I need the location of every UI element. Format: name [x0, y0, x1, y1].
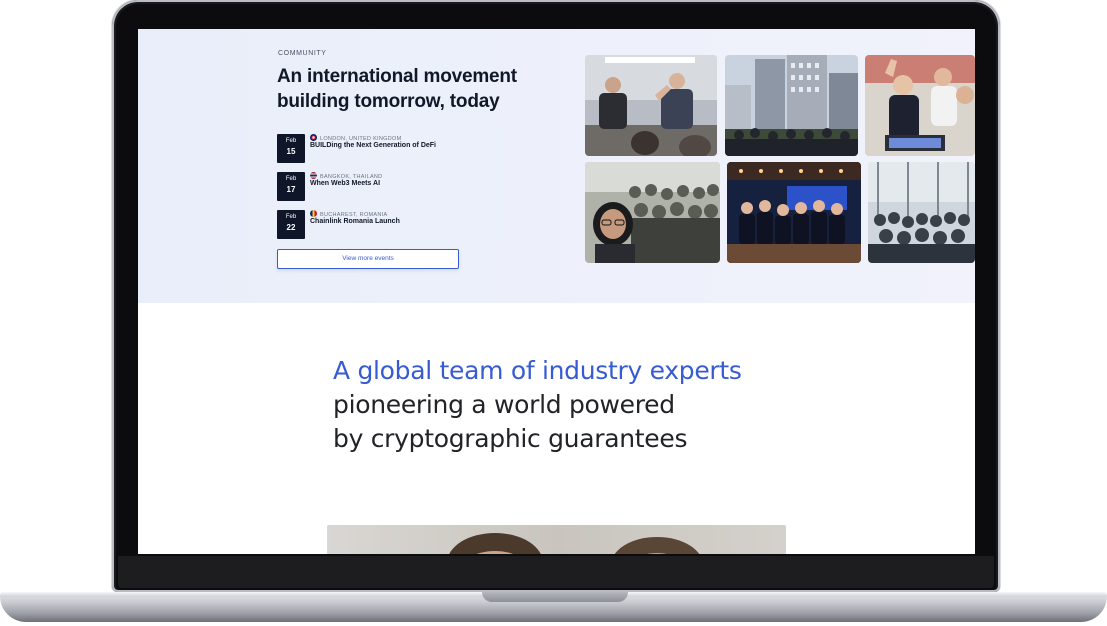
event-photo-cheering	[865, 55, 975, 156]
laptop-chin	[118, 556, 994, 588]
team-headline-line: pioneering a world powered	[333, 390, 675, 419]
laptop-opening-notch	[482, 592, 628, 602]
community-section: COMMUNITY An international movement buil…	[138, 29, 975, 303]
team-headline-accent: A global team of industry experts	[333, 356, 742, 385]
event-photo-panel-talk	[585, 55, 717, 156]
community-eyebrow: COMMUNITY	[278, 50, 327, 57]
event-title[interactable]: When Web3 Meets AI	[310, 180, 380, 187]
event-title[interactable]: BUILDing the Next Generation of DeFi	[310, 142, 436, 149]
community-headline: An international movement building tomor…	[277, 66, 517, 112]
event-day: 22	[286, 223, 296, 232]
event-photo-rooftop-crowd	[868, 162, 975, 263]
event-item[interactable]: Feb 17 BANGKOK, THAILAND When Web3 Meets…	[277, 172, 537, 201]
team-photo	[327, 525, 786, 554]
event-location: BANGKOK, THAILAND	[310, 172, 382, 180]
event-date: Feb 15	[277, 134, 305, 163]
event-month: Feb	[285, 176, 297, 182]
laptop-mockup: COMMUNITY An international movement buil…	[0, 0, 1107, 626]
team-headline-line: by cryptographic guarantees	[333, 424, 688, 453]
event-item[interactable]: Feb 15 LONDON, UNITED KINGDOM BUILDing t…	[277, 134, 537, 163]
event-day: 15	[286, 147, 296, 156]
event-day: 17	[286, 185, 296, 194]
thailand-flag-icon	[310, 172, 317, 179]
event-month: Feb	[285, 138, 297, 144]
event-title[interactable]: Chainlink Romania Launch	[310, 218, 400, 225]
event-item[interactable]: Feb 22 BUCHAREST, ROMANIA Chainlink Roma…	[277, 210, 537, 239]
event-photo-city-crowd	[725, 55, 858, 156]
event-location: BUCHAREST, ROMANIA	[310, 210, 387, 218]
event-location: LONDON, UNITED KINGDOM	[310, 134, 401, 142]
event-photo-selfie	[585, 162, 720, 263]
event-photo-group-stage	[727, 162, 861, 263]
event-date: Feb 22	[277, 210, 305, 239]
event-month: Feb	[285, 214, 297, 220]
uk-flag-icon	[310, 134, 317, 141]
view-more-events-button[interactable]: View more events	[277, 249, 459, 269]
team-headline: A global team of industry experts pionee…	[333, 354, 793, 456]
website-screen: COMMUNITY An international movement buil…	[138, 29, 975, 554]
event-date: Feb 17	[277, 172, 305, 201]
romania-flag-icon	[310, 210, 317, 217]
